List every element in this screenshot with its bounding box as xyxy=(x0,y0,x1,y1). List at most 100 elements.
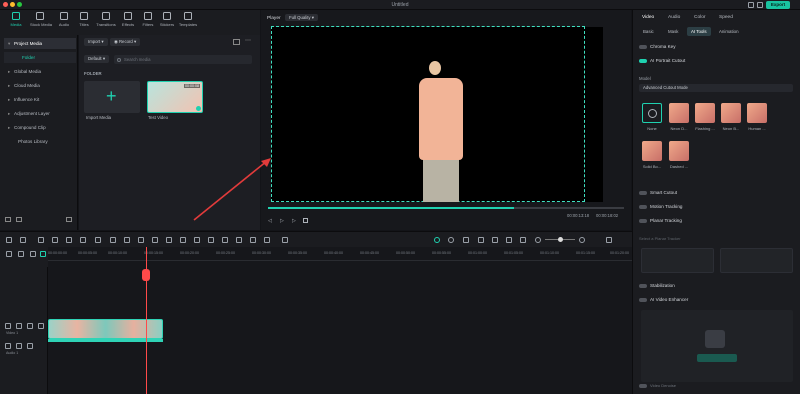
lock-icon[interactable] xyxy=(16,343,22,349)
visibility-icon[interactable] xyxy=(38,323,44,329)
text-icon[interactable] xyxy=(110,237,116,243)
next-frame-icon[interactable]: ▷ xyxy=(292,218,296,224)
ai-video-enhancer-toggle[interactable] xyxy=(639,297,647,302)
render-icon[interactable] xyxy=(434,237,440,243)
record-dropdown[interactable]: ◉ Record ▾ xyxy=(110,38,141,46)
folder-icon[interactable] xyxy=(16,217,22,222)
shield-icon[interactable] xyxy=(463,237,469,243)
ai-icon[interactable] xyxy=(236,237,242,243)
lock-icon[interactable] xyxy=(16,323,22,329)
keyframe-icon[interactable] xyxy=(194,237,200,243)
mic-icon[interactable] xyxy=(478,237,484,243)
more-options-icon[interactable]: ⋯ xyxy=(245,37,251,44)
voice-icon[interactable] xyxy=(492,237,498,243)
prev-frame-icon[interactable]: ◁ xyxy=(268,218,272,224)
tool-titles[interactable]: Titles xyxy=(74,12,94,27)
zoom-in-icon[interactable] xyxy=(579,237,585,243)
settings-icon[interactable] xyxy=(757,2,763,8)
speaker-icon[interactable] xyxy=(27,343,33,349)
motion-tracking-row[interactable]: Motion Tracking xyxy=(639,204,682,209)
model-select[interactable]: Advanced Cutout Mode xyxy=(639,84,793,92)
effect-dashed[interactable] xyxy=(669,141,689,161)
sidebar-item-project-media[interactable]: ▾ Project Media xyxy=(4,38,76,49)
video-denoise-row[interactable]: Video Denoise xyxy=(639,383,676,388)
minimize-window-button[interactable] xyxy=(10,2,15,7)
timer-icon[interactable] xyxy=(208,237,214,243)
motion-tracking-toggle[interactable] xyxy=(639,204,647,209)
planar-option-1[interactable] xyxy=(641,248,714,273)
smart-cutout-toggle[interactable] xyxy=(639,190,647,195)
more-icon[interactable] xyxy=(282,237,288,243)
stabilize-icon[interactable] xyxy=(250,237,256,243)
rotate-icon[interactable] xyxy=(124,237,130,243)
tool-templates[interactable]: Templates xyxy=(178,12,198,27)
sidebar-item-adjustment-layer[interactable]: ▸ Adjustment Layer xyxy=(4,108,76,119)
speed-icon[interactable] xyxy=(152,237,158,243)
link-icon[interactable] xyxy=(18,251,24,257)
ai-portrait-toggle[interactable] xyxy=(639,58,647,63)
mask-icon[interactable] xyxy=(138,237,144,243)
tab-video[interactable]: Video xyxy=(642,15,654,20)
sidebar-item-folder[interactable]: Folder xyxy=(4,52,76,63)
chroma-key-toggle[interactable] xyxy=(639,44,647,49)
effect-human[interactable] xyxy=(747,103,767,123)
chroma-key-row[interactable]: Chroma Key xyxy=(639,44,676,49)
collapse-icon[interactable] xyxy=(66,217,72,222)
zoom-slider-handle[interactable] xyxy=(558,237,563,242)
subtab-ai-tools[interactable]: AI Tools xyxy=(687,27,711,36)
split-screen-icon[interactable] xyxy=(6,237,12,243)
sidebar-item-global-media[interactable]: ▸ Global Media xyxy=(4,66,76,77)
undo-icon[interactable] xyxy=(38,237,44,243)
select-icon[interactable] xyxy=(20,237,26,243)
tab-color[interactable]: Color xyxy=(694,15,705,20)
tool-filters[interactable]: Filters xyxy=(138,12,158,27)
tool-audio[interactable]: Audio xyxy=(54,12,74,27)
tab-audio[interactable]: Audio xyxy=(668,15,680,20)
add-track-icon[interactable] xyxy=(6,251,12,257)
planar-option-2[interactable] xyxy=(720,248,793,273)
tab-speed[interactable]: Speed xyxy=(719,15,733,20)
test-video-thumbnail[interactable]: 00:00:08 xyxy=(147,81,203,113)
color-icon[interactable] xyxy=(166,237,172,243)
effect-neon-d[interactable] xyxy=(669,103,689,123)
playhead-handle[interactable] xyxy=(142,269,150,281)
crop-icon[interactable] xyxy=(95,237,101,243)
effect-solid-bo[interactable] xyxy=(642,141,662,161)
close-window-button[interactable] xyxy=(3,2,8,7)
effect-flashing[interactable] xyxy=(695,103,715,123)
subtab-animation[interactable]: Animation xyxy=(719,29,739,34)
export-button[interactable]: Export xyxy=(766,1,790,9)
effect-neon-b[interactable] xyxy=(721,103,741,123)
ai-portrait-row[interactable]: AI Portrait Cutout xyxy=(639,58,685,63)
audio-icon[interactable] xyxy=(180,237,186,243)
record-icon[interactable] xyxy=(448,237,454,243)
account-icon[interactable] xyxy=(748,2,754,8)
magnet-icon[interactable] xyxy=(30,251,36,257)
ai-video-enhancer-row[interactable]: AI Video Enhancer xyxy=(639,297,688,302)
new-folder-icon[interactable] xyxy=(5,217,11,222)
sidebar-item-compound-clip[interactable]: ▸ Compound Clip xyxy=(4,122,76,133)
playback-progress[interactable] xyxy=(268,207,624,209)
smart-cutout-row[interactable]: Smart Cutout xyxy=(639,190,677,195)
subtab-mask[interactable]: Mask xyxy=(668,29,679,34)
sidebar-item-cloud-media[interactable]: ▸ Cloud Media xyxy=(4,80,76,91)
delete-icon[interactable] xyxy=(66,237,72,243)
zoom-out-icon[interactable] xyxy=(535,237,541,243)
tool-media[interactable]: Media xyxy=(6,12,26,27)
play-icon[interactable]: ▷ xyxy=(280,218,284,224)
eye-icon[interactable] xyxy=(27,323,33,329)
filter-icon[interactable] xyxy=(233,39,240,45)
stabilization-row[interactable]: Stabilization xyxy=(639,283,675,288)
tool-stock-media[interactable]: Stock Media xyxy=(30,12,52,27)
video-denoise-toggle[interactable] xyxy=(639,383,647,388)
freeze-icon[interactable] xyxy=(222,237,228,243)
cut-icon[interactable] xyxy=(80,237,86,243)
clip-icon[interactable] xyxy=(520,237,526,243)
sort-dropdown[interactable]: Default ▾ xyxy=(84,55,109,63)
import-dropdown[interactable]: Import ▾ xyxy=(84,38,108,46)
enhance-button[interactable] xyxy=(697,354,737,362)
tool-effects[interactable]: Effects xyxy=(118,12,138,27)
stabilization-toggle[interactable] xyxy=(639,283,647,288)
sidebar-item-influence-kit[interactable]: ▸ Influence Kit xyxy=(4,94,76,105)
zoom-window-button[interactable] xyxy=(17,2,22,7)
